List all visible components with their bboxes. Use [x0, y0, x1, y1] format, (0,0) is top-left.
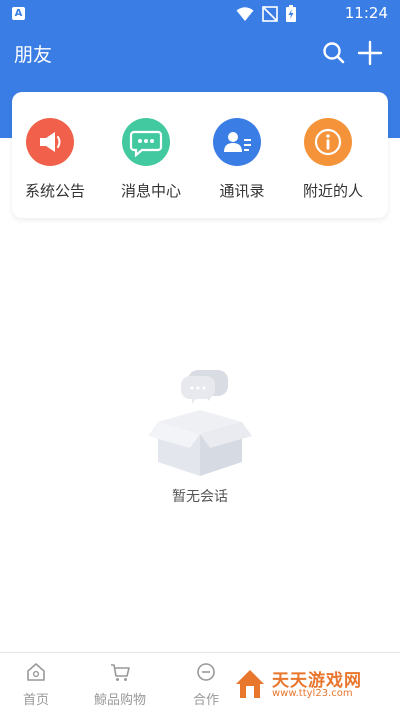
shortcut-system-notice[interactable]: 系统公告	[15, 92, 95, 218]
status-bar: A 11:24	[0, 0, 400, 28]
shortcut-label: 通讯录	[219, 182, 265, 200]
battery-charging-icon	[286, 5, 296, 22]
app-notification-icon: A	[12, 7, 25, 20]
search-button[interactable]	[320, 39, 348, 67]
cart-icon	[111, 664, 130, 681]
shortcut-contacts[interactable]: 通讯录	[202, 92, 282, 218]
shortcuts-card: 系统公告 消息中心 通讯录 附近的人	[12, 92, 388, 218]
home-icon	[27, 663, 45, 681]
shortcut-label: 附近的人	[302, 182, 363, 200]
watermark-url: www.ttyl23.com	[272, 688, 353, 699]
page-title: 朋友	[14, 44, 53, 66]
no-signal-icon	[262, 5, 278, 22]
shortcut-message-center[interactable]: 消息中心	[111, 92, 191, 218]
shortcut-label: 系统公告	[24, 182, 85, 200]
shortcut-label: 消息中心	[120, 182, 181, 200]
add-button[interactable]	[356, 39, 384, 67]
contacts-icon	[213, 118, 261, 166]
cooperation-icon	[197, 663, 215, 681]
status-time: 11:24	[344, 4, 388, 22]
empty-box-icon	[148, 370, 252, 476]
tab-home[interactable]: 首页	[0, 659, 76, 708]
shortcut-nearby-people[interactable]: 附近的人	[293, 92, 373, 218]
info-icon	[304, 118, 352, 166]
app-bar: 朋友	[0, 30, 400, 76]
tab-label: 鯨品购物	[93, 693, 146, 708]
tab-label: 首页	[22, 693, 49, 708]
tab-shopping[interactable]: 鯨品购物	[80, 659, 160, 708]
watermark: 天天游戏网 www.ttyl23.com	[232, 664, 392, 704]
megaphone-icon	[26, 118, 74, 166]
plus-icon	[357, 40, 383, 66]
chat-bubble-icon	[122, 118, 170, 166]
watermark-logo-icon	[236, 670, 264, 698]
search-icon	[323, 42, 345, 64]
wifi-icon	[236, 6, 254, 21]
empty-state-text: 暂无会话	[172, 489, 228, 505]
status-icons	[236, 5, 296, 22]
